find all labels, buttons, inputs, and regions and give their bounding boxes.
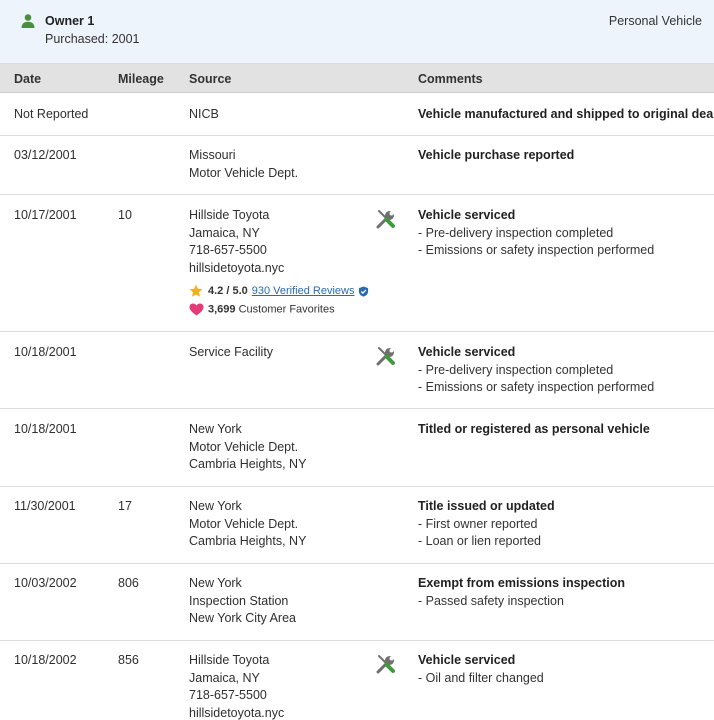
comment-title: Vehicle manufactured and shipped to orig… (418, 107, 714, 121)
record-date: Not Reported (14, 107, 89, 121)
record-date: 10/03/2002 (14, 576, 77, 590)
record-source: Hillside Toyota Jamaica, NY 718-657-5500… (189, 207, 284, 278)
comment-title: Title issued or updated (418, 499, 555, 513)
customer-favorites: 3,699 Customer Favorites (189, 303, 335, 316)
record-source: New York Inspection Station New York Cit… (189, 575, 296, 628)
record-mileage: 856 (118, 653, 139, 667)
column-header-comments[interactable]: Comments (418, 72, 483, 86)
table-row: 10/03/2002 806 New York Inspection Stati… (0, 564, 714, 641)
source-line: Motor Vehicle Dept. (189, 516, 299, 531)
comment-title: Vehicle purchase reported (418, 148, 575, 162)
dealer-website-link[interactable]: hillsidetoyota.nyc (189, 260, 284, 278)
column-header-date[interactable]: Date (14, 72, 41, 86)
source-line: 718-657-5500 (189, 243, 267, 258)
source-line: Service Facility (189, 345, 274, 359)
favorites-count: 3,699 (208, 303, 236, 316)
comment-item: - Emissions or safety inspection perform… (418, 380, 655, 395)
rating-score: 4.2 / 5.0 (208, 284, 248, 297)
column-header-source[interactable]: Source (189, 72, 231, 86)
comment-item: - Loan or lien reported (418, 534, 541, 549)
source-line: 718-657-5500 (189, 688, 267, 703)
source-line: Cambria Heights, NY (189, 534, 307, 549)
table-row: 10/17/2001 10 Hillside Toyota Jamaica, N… (0, 195, 714, 332)
heart-icon (189, 303, 204, 316)
owner-purchased: Purchased: 2001 (45, 32, 140, 46)
record-comments: Title issued or updated - First owner re… (418, 498, 708, 551)
record-mileage: 10 (118, 208, 132, 222)
dealer-rating: 4.2 / 5.0 930 Verified Reviews (189, 284, 369, 298)
wrench-screwdriver-icon (376, 347, 395, 366)
comment-title: Vehicle serviced (418, 345, 516, 359)
record-date: 10/18/2001 (14, 422, 77, 436)
wrench-screwdriver-icon (376, 210, 395, 229)
record-source: NICB (189, 106, 219, 124)
owner-name: Owner 1 (45, 14, 95, 28)
comment-item: - Oil and filter changed (418, 670, 544, 685)
source-line: New York (189, 576, 242, 590)
table-row: 10/18/2001 Service Facility Vehicle serv… (0, 332, 714, 409)
record-mileage: 17 (118, 499, 132, 513)
source-line: Missouri (189, 148, 236, 162)
source-line: New York City Area (189, 611, 296, 626)
owner-header: Owner 1 Purchased: 2001 Personal Vehicle (0, 0, 714, 64)
owner-vehicle-type: Personal Vehicle (608, 14, 702, 28)
record-date: 10/18/2002 (14, 653, 77, 667)
star-icon (189, 284, 203, 297)
comment-item: - First owner reported (418, 516, 538, 531)
table-row: 03/12/2001 Missouri Motor Vehicle Dept. … (0, 136, 714, 195)
record-source: Missouri Motor Vehicle Dept. (189, 147, 298, 182)
record-comments: Titled or registered as personal vehicle (418, 421, 708, 439)
record-source: New York Motor Vehicle Dept. Cambria Hei… (189, 421, 306, 474)
record-comments: Vehicle serviced - Pre-delivery inspecti… (418, 344, 708, 397)
source-line: Jamaica, NY (189, 670, 260, 685)
comment-title: Titled or registered as personal vehicle (418, 422, 650, 436)
record-date: 10/17/2001 (14, 208, 77, 222)
record-comments: Vehicle manufactured and shipped to orig… (418, 106, 714, 124)
record-comments: Exempt from emissions inspection - Passe… (418, 575, 708, 610)
person-icon (21, 14, 35, 28)
record-source: New York Motor Vehicle Dept. Cambria Hei… (189, 498, 306, 551)
comment-title: Exempt from emissions inspection (418, 576, 625, 590)
source-line: Hillside Toyota (189, 653, 270, 667)
table-row: 11/30/2001 17 New York Motor Vehicle Dep… (0, 487, 714, 564)
source-line: Jamaica, NY (189, 225, 260, 240)
wrench-screwdriver-icon (376, 655, 395, 674)
table-column-header: Date Mileage Source Comments (0, 64, 714, 93)
verified-reviews-link[interactable]: 930 Verified Reviews (252, 285, 355, 297)
table-row: Not Reported NICB Vehicle manufactured a… (0, 94, 714, 136)
comment-item: - Emissions or safety inspection perform… (418, 243, 655, 258)
source-line: Cambria Heights, NY (189, 457, 307, 472)
source-line: Hillside Toyota (189, 208, 270, 222)
dealer-website-link[interactable]: hillsidetoyota.nyc (189, 705, 284, 720)
source-line: New York (189, 499, 242, 513)
source-line: Motor Vehicle Dept. (189, 439, 299, 454)
record-mileage: 806 (118, 576, 139, 590)
source-line: New York (189, 422, 242, 436)
comment-item: - Pre-delivery inspection completed (418, 362, 614, 377)
comment-item: - Pre-delivery inspection completed (418, 225, 614, 240)
table-row: 10/18/2002 856 Hillside Toyota Jamaica, … (0, 641, 714, 720)
record-comments: Vehicle serviced - Oil and filter change… (418, 652, 708, 687)
comment-item: - Passed safety inspection (418, 593, 564, 608)
source-line: NICB (189, 107, 219, 121)
record-date: 10/18/2001 (14, 345, 77, 359)
record-date: 11/30/2001 (14, 499, 76, 513)
record-date: 03/12/2001 (14, 148, 77, 162)
verified-badge-icon (358, 285, 368, 297)
record-comments: Vehicle serviced - Pre-delivery inspecti… (418, 207, 708, 260)
record-source: Service Facility (189, 344, 273, 362)
record-comments: Vehicle purchase reported (418, 147, 708, 165)
source-line: Inspection Station (189, 593, 289, 608)
column-header-mileage[interactable]: Mileage (118, 72, 164, 86)
source-line: Motor Vehicle Dept. (189, 165, 299, 180)
table-row: 10/18/2001 New York Motor Vehicle Dept. … (0, 409, 714, 487)
favorites-label: Customer Favorites (238, 303, 335, 316)
record-source: Hillside Toyota Jamaica, NY 718-657-5500… (189, 652, 284, 720)
comment-title: Vehicle serviced (418, 653, 516, 667)
comment-title: Vehicle serviced (418, 208, 516, 222)
